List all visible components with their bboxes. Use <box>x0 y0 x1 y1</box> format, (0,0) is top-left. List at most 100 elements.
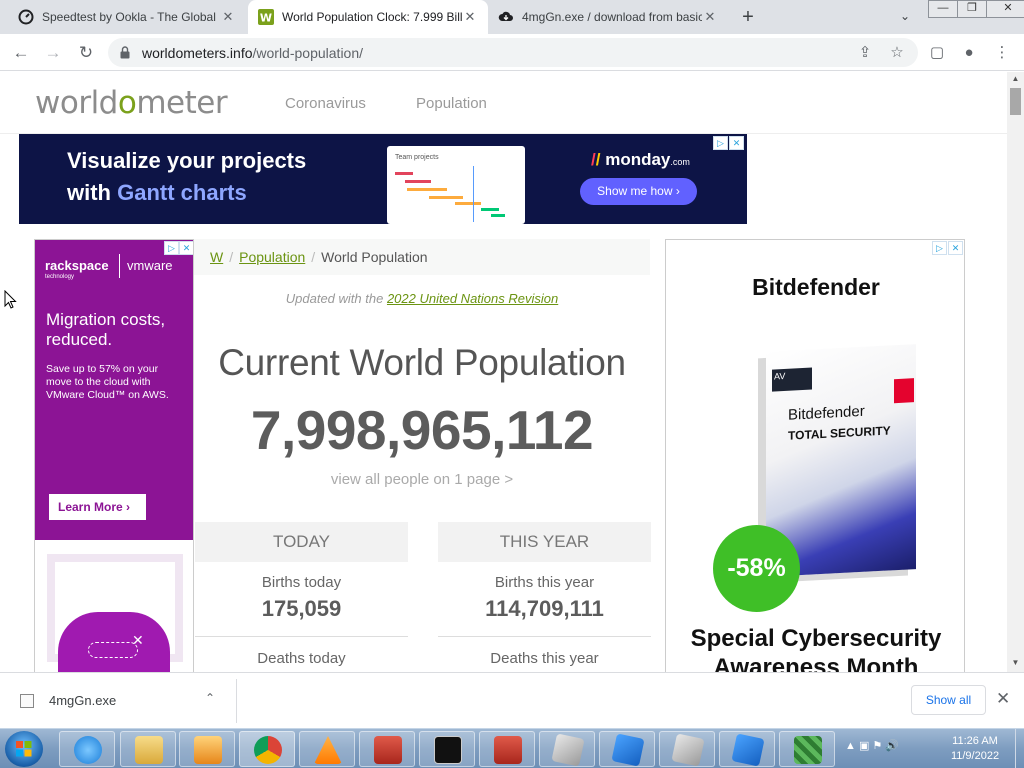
breadcrumb: W / Population / World Population <box>194 239 650 275</box>
banner-ad[interactable]: Visualize your projects with Gantt chart… <box>19 134 747 224</box>
ad-close-icon[interactable]: ✕ <box>948 241 963 255</box>
updated-note: Updated with the 2022 United Nations Rev… <box>285 291 559 306</box>
ad-purple-panel: rackspace technology vmware Migration co… <box>35 240 193 540</box>
deaths-year-label: Deaths this year <box>490 650 599 667</box>
share-icon[interactable]: ⇪ <box>855 43 875 63</box>
close-download-bar-icon[interactable]: ✕ <box>996 689 1010 709</box>
window-controls: — ❐ ✕ <box>928 0 1024 18</box>
command-prompt-icon <box>434 736 462 764</box>
taskbar-toolbox-2[interactable] <box>479 731 535 767</box>
taskbar-toolbox-1[interactable] <box>359 731 415 767</box>
page-title: Current World Population <box>218 342 626 383</box>
forward-button[interactable]: → <box>41 41 65 65</box>
show-desktop-button[interactable] <box>1015 729 1024 768</box>
app-icon <box>551 733 585 767</box>
taskbar-explorer[interactable] <box>120 731 176 767</box>
restore-button[interactable]: ❐ <box>957 0 987 18</box>
gantt-title: Team projects <box>395 154 439 161</box>
chevron-up-icon[interactable]: ⌃ <box>205 691 215 705</box>
tab-title: 4mgGn.exe / download from basic <box>522 10 702 24</box>
clock-time: 11:26 AM <box>952 735 998 747</box>
address-bar[interactable]: worldometers.info/world-population/ ⇪ ☆ <box>108 38 918 67</box>
right-sidebar-ad[interactable]: Bitdefender AV Bitdefender TOTAL SECURIT… <box>665 239 965 672</box>
taskbar-ie[interactable] <box>59 731 115 767</box>
new-tab-button[interactable]: + <box>737 6 759 28</box>
system-tray[interactable]: ▲ ▣ ⚑ 🔊 <box>845 739 899 752</box>
cloud-download-icon <box>498 9 514 25</box>
tab-download[interactable]: 4mgGn.exe / download from basic ✕ <box>488 0 728 34</box>
ad-close-icon[interactable]: ✕ <box>729 136 744 150</box>
toolbox-icon <box>494 736 522 764</box>
scroll-down-icon[interactable]: ▼ <box>1007 656 1024 670</box>
un-revision-link[interactable]: 2022 United Nations Revision <box>387 291 558 306</box>
scroll-thumb[interactable] <box>1010 88 1021 115</box>
url-path: /world-population/ <box>252 45 364 61</box>
breadcrumb-sep: / <box>229 249 234 265</box>
clock[interactable]: 11:26 AM 11/9/2022 <box>935 734 1015 764</box>
box-product: TOTAL SECURITY <box>788 423 891 443</box>
site-header: worldometer Coronavirus Population <box>0 72 1007 134</box>
show-me-how-button[interactable]: Show me how › <box>580 178 697 205</box>
minimize-button[interactable]: — <box>928 0 958 18</box>
back-button[interactable]: ← <box>9 41 33 65</box>
side-panel-icon[interactable]: ▢ <box>926 42 948 64</box>
taskbar-cmd[interactable] <box>419 731 475 767</box>
page-viewport: worldometer Coronavirus Population Visua… <box>0 72 1007 672</box>
browser-toolbar: ← → ↻ worldometers.info/world-population… <box>0 34 1024 71</box>
breadcrumb-population[interactable]: Population <box>239 249 305 265</box>
discount-badge: -58% <box>713 525 800 612</box>
reload-button[interactable]: ↻ <box>74 41 98 65</box>
svg-text:W: W <box>260 12 272 25</box>
av-badge: AV <box>772 367 812 392</box>
bitdefender-logo: Bitdefender <box>752 274 880 300</box>
stats-this-year: THIS YEAR Births this year 114,709,111 D… <box>438 522 651 667</box>
births-today-label: Births today <box>261 574 342 591</box>
taskbar-chrome[interactable] <box>239 731 295 767</box>
nav-coronavirus[interactable]: Coronavirus <box>285 95 366 112</box>
close-tab-icon[interactable]: ✕ <box>220 9 236 25</box>
close-tab-icon[interactable]: ✕ <box>462 9 478 25</box>
breadcrumb-sep: / <box>311 249 316 265</box>
taskbar-app-1[interactable] <box>539 731 595 767</box>
download-item[interactable]: 4mgGn.exe <box>20 693 116 708</box>
left-sidebar-ad[interactable]: rackspace technology vmware Migration co… <box>34 239 194 672</box>
worldometer-icon: W <box>258 9 274 25</box>
bookmark-star-icon[interactable]: ☆ <box>887 43 907 63</box>
taskbar-app-3[interactable] <box>659 731 715 767</box>
close-window-button[interactable]: ✕ <box>986 0 1024 18</box>
adchoices-icon[interactable]: ▷ <box>932 241 947 255</box>
nav-population[interactable]: Population <box>416 95 487 112</box>
taskbar-vlc[interactable] <box>299 731 355 767</box>
close-tab-icon[interactable]: ✕ <box>702 9 718 25</box>
taskbar-media[interactable] <box>179 731 235 767</box>
profile-icon[interactable]: ● <box>958 42 980 64</box>
clock-date: 11/9/2022 <box>950 750 1000 762</box>
scroll-up-icon[interactable]: ▲ <box>1007 72 1024 86</box>
taskbar-app-2[interactable] <box>599 731 655 767</box>
url-host: worldometers.info <box>142 45 253 61</box>
logo-part: world <box>35 85 118 121</box>
start-button[interactable] <box>5 731 43 767</box>
divider <box>236 679 237 723</box>
box-brand: Bitdefender <box>788 402 865 424</box>
worldometer-logo[interactable]: worldometer <box>35 85 228 121</box>
view-all-link[interactable]: view all people on 1 page > <box>194 471 650 488</box>
breadcrumb-home[interactable]: W <box>210 249 223 265</box>
tab-speedtest[interactable]: Speedtest by Ookla - The Global Broadban… <box>8 0 246 34</box>
ad-body: Save up to 57% on your move to the cloud… <box>46 363 169 401</box>
tab-search-icon[interactable]: ⌄ <box>896 9 914 25</box>
browser-menu-icon[interactable]: ⋮ <box>991 42 1013 64</box>
tab-worldometer[interactable]: W World Population Clock: 7.999 Billion … <box>248 0 488 34</box>
taskbar-app-5[interactable] <box>779 731 835 767</box>
show-all-button[interactable]: Show all <box>911 685 986 715</box>
monday-logo: // monday.com <box>591 150 690 169</box>
adchoices-icon[interactable]: ▷ <box>164 241 179 255</box>
gantt-preview: Team projects <box>387 146 525 224</box>
learn-more-button[interactable]: Learn More › <box>49 494 146 520</box>
tab-title: World Population Clock: 7.999 Billion Pe… <box>282 10 462 24</box>
taskbar-app-4[interactable] <box>719 731 775 767</box>
ad-close-icon[interactable]: ✕ <box>179 241 193 255</box>
app-icon <box>794 736 822 764</box>
adchoices-icon[interactable]: ▷ <box>713 136 728 150</box>
page-scrollbar[interactable]: ▲ ▼ <box>1007 72 1024 672</box>
